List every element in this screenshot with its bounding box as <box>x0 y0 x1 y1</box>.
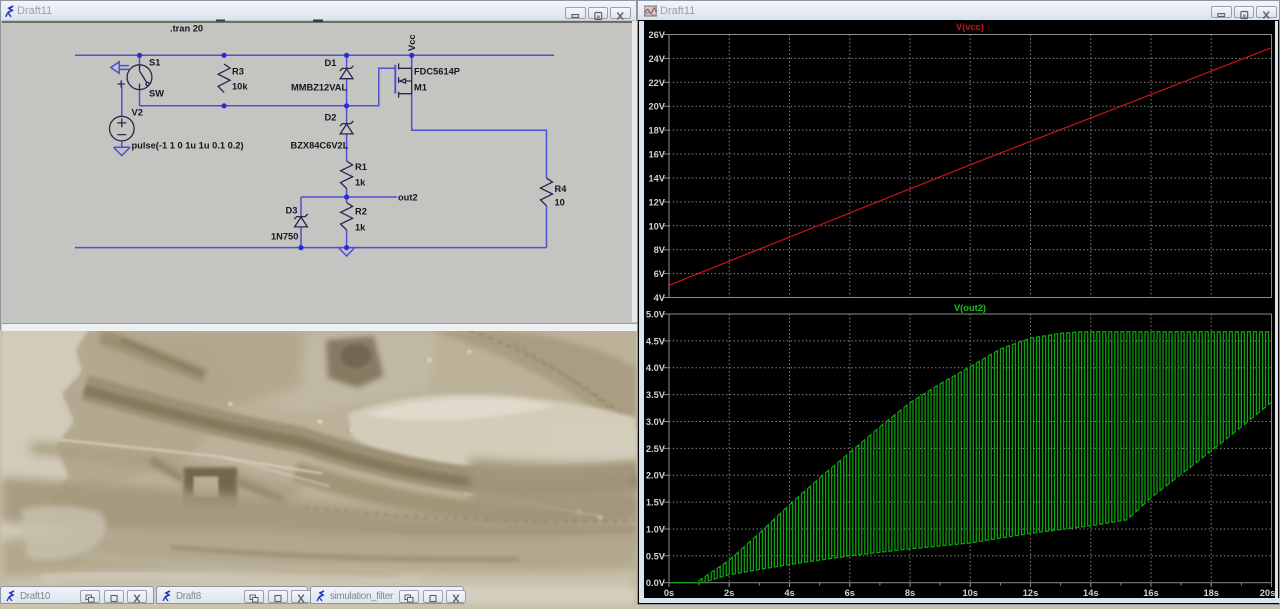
svg-text:2.0V: 2.0V <box>646 471 666 481</box>
svg-text:0.5V: 0.5V <box>646 551 666 561</box>
svg-text:3.0V: 3.0V <box>646 417 666 427</box>
svg-text:8s: 8s <box>905 588 915 598</box>
svg-text:14V: 14V <box>648 174 665 184</box>
svg-text:20V: 20V <box>648 102 665 112</box>
svg-text:5.0V: 5.0V <box>646 310 666 320</box>
svg-text:14s: 14s <box>1083 588 1099 598</box>
svg-text:2s: 2s <box>724 588 734 598</box>
svg-text:V(vcc): V(vcc) <box>956 22 984 32</box>
svg-text:4.0V: 4.0V <box>646 363 666 373</box>
svg-text:4.5V: 4.5V <box>646 336 666 346</box>
svg-text:24V: 24V <box>648 54 665 64</box>
svg-text:22V: 22V <box>648 78 665 88</box>
svg-text:0s: 0s <box>664 588 674 598</box>
svg-text:3.5V: 3.5V <box>646 390 666 400</box>
svg-text:V(out2): V(out2) <box>954 303 986 313</box>
svg-text:18s: 18s <box>1203 588 1219 598</box>
svg-text:10V: 10V <box>648 221 665 231</box>
svg-text:10s: 10s <box>962 588 978 598</box>
svg-text:16s: 16s <box>1143 588 1159 598</box>
svg-text:4V: 4V <box>654 293 666 303</box>
svg-text:6s: 6s <box>845 588 855 598</box>
svg-text:1.5V: 1.5V <box>646 498 666 508</box>
svg-text:8V: 8V <box>654 245 666 255</box>
svg-text:18V: 18V <box>648 126 665 136</box>
svg-text:26V: 26V <box>648 30 665 40</box>
svg-text:2.5V: 2.5V <box>646 444 666 454</box>
svg-text:6V: 6V <box>654 269 666 279</box>
svg-text:20s: 20s <box>1260 588 1276 598</box>
svg-text:1.0V: 1.0V <box>646 525 666 535</box>
svg-text:16V: 16V <box>648 150 665 160</box>
svg-text:4s: 4s <box>784 588 794 598</box>
svg-text:12V: 12V <box>648 197 665 207</box>
svg-text:12s: 12s <box>1023 588 1039 598</box>
svg-text:0.0V: 0.0V <box>646 578 666 588</box>
